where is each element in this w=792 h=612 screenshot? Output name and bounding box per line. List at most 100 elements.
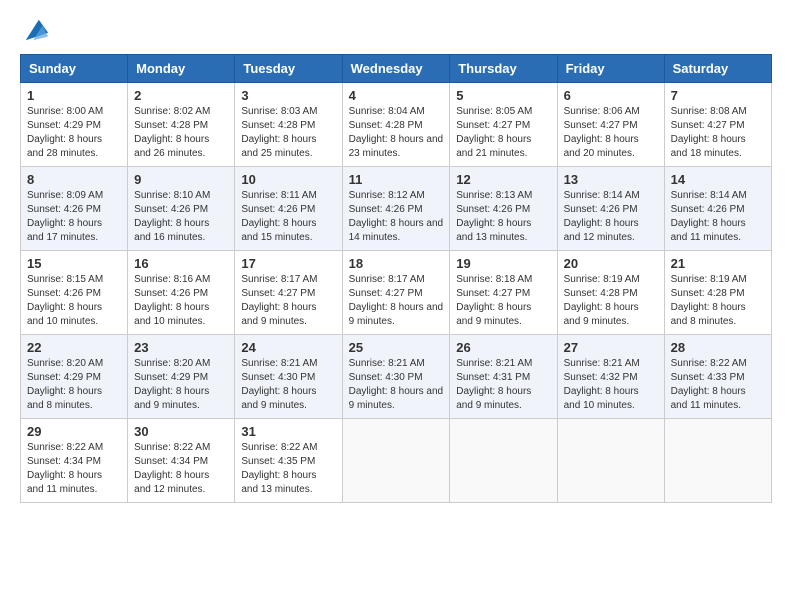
calendar-cell: 19 Sunrise: 8:18 AM Sunset: 4:27 PM Dayl… [450,251,557,335]
calendar-cell: 2 Sunrise: 8:02 AM Sunset: 4:28 PM Dayli… [128,83,235,167]
calendar-cell [664,419,771,503]
calendar-cell [342,419,450,503]
day-number: 10 [241,172,335,187]
day-number: 27 [564,340,658,355]
calendar-header-thursday: Thursday [450,55,557,83]
calendar-header-tuesday: Tuesday [235,55,342,83]
day-info: Sunrise: 8:14 AM Sunset: 4:26 PM Dayligh… [671,189,765,245]
calendar-cell: 16 Sunrise: 8:16 AM Sunset: 4:26 PM Dayl… [128,251,235,335]
day-number: 1 [27,88,121,103]
calendar-header-wednesday: Wednesday [342,55,450,83]
day-number: 16 [134,256,228,271]
calendar-cell: 12 Sunrise: 8:13 AM Sunset: 4:26 PM Dayl… [450,167,557,251]
calendar-cell: 25 Sunrise: 8:21 AM Sunset: 4:30 PM Dayl… [342,335,450,419]
day-info: Sunrise: 8:05 AM Sunset: 4:27 PM Dayligh… [456,105,550,161]
day-number: 9 [134,172,228,187]
calendar-table: SundayMondayTuesdayWednesdayThursdayFrid… [20,54,772,503]
calendar-week-row: 29 Sunrise: 8:22 AM Sunset: 4:34 PM Dayl… [21,419,772,503]
day-info: Sunrise: 8:22 AM Sunset: 4:35 PM Dayligh… [241,441,335,497]
day-number: 11 [349,172,444,187]
day-info: Sunrise: 8:04 AM Sunset: 4:28 PM Dayligh… [349,105,444,161]
day-number: 2 [134,88,228,103]
day-info: Sunrise: 8:03 AM Sunset: 4:28 PM Dayligh… [241,105,335,161]
calendar-cell: 1 Sunrise: 8:00 AM Sunset: 4:29 PM Dayli… [21,83,128,167]
day-number: 3 [241,88,335,103]
day-number: 28 [671,340,765,355]
day-info: Sunrise: 8:13 AM Sunset: 4:26 PM Dayligh… [456,189,550,245]
day-number: 20 [564,256,658,271]
day-number: 26 [456,340,550,355]
calendar-cell: 6 Sunrise: 8:06 AM Sunset: 4:27 PM Dayli… [557,83,664,167]
day-info: Sunrise: 8:00 AM Sunset: 4:29 PM Dayligh… [27,105,121,161]
calendar-cell: 7 Sunrise: 8:08 AM Sunset: 4:27 PM Dayli… [664,83,771,167]
day-number: 7 [671,88,765,103]
day-info: Sunrise: 8:10 AM Sunset: 4:26 PM Dayligh… [134,189,228,245]
calendar-cell: 8 Sunrise: 8:09 AM Sunset: 4:26 PM Dayli… [21,167,128,251]
calendar-week-row: 8 Sunrise: 8:09 AM Sunset: 4:26 PM Dayli… [21,167,772,251]
calendar-cell: 28 Sunrise: 8:22 AM Sunset: 4:33 PM Dayl… [664,335,771,419]
calendar-cell: 13 Sunrise: 8:14 AM Sunset: 4:26 PM Dayl… [557,167,664,251]
day-number: 15 [27,256,121,271]
calendar-cell: 9 Sunrise: 8:10 AM Sunset: 4:26 PM Dayli… [128,167,235,251]
calendar-cell: 17 Sunrise: 8:17 AM Sunset: 4:27 PM Dayl… [235,251,342,335]
calendar-cell: 10 Sunrise: 8:11 AM Sunset: 4:26 PM Dayl… [235,167,342,251]
day-number: 13 [564,172,658,187]
day-number: 6 [564,88,658,103]
calendar-cell: 3 Sunrise: 8:03 AM Sunset: 4:28 PM Dayli… [235,83,342,167]
day-info: Sunrise: 8:21 AM Sunset: 4:32 PM Dayligh… [564,357,658,413]
day-number: 24 [241,340,335,355]
logo-icon [22,16,50,44]
calendar-cell: 15 Sunrise: 8:15 AM Sunset: 4:26 PM Dayl… [21,251,128,335]
day-number: 19 [456,256,550,271]
day-info: Sunrise: 8:15 AM Sunset: 4:26 PM Dayligh… [27,273,121,329]
calendar-header-friday: Friday [557,55,664,83]
day-info: Sunrise: 8:06 AM Sunset: 4:27 PM Dayligh… [564,105,658,161]
day-info: Sunrise: 8:02 AM Sunset: 4:28 PM Dayligh… [134,105,228,161]
day-info: Sunrise: 8:21 AM Sunset: 4:31 PM Dayligh… [456,357,550,413]
calendar-cell: 27 Sunrise: 8:21 AM Sunset: 4:32 PM Dayl… [557,335,664,419]
day-number: 21 [671,256,765,271]
day-info: Sunrise: 8:19 AM Sunset: 4:28 PM Dayligh… [564,273,658,329]
day-info: Sunrise: 8:21 AM Sunset: 4:30 PM Dayligh… [349,357,444,413]
day-info: Sunrise: 8:20 AM Sunset: 4:29 PM Dayligh… [27,357,121,413]
day-info: Sunrise: 8:16 AM Sunset: 4:26 PM Dayligh… [134,273,228,329]
calendar-cell: 26 Sunrise: 8:21 AM Sunset: 4:31 PM Dayl… [450,335,557,419]
day-info: Sunrise: 8:22 AM Sunset: 4:34 PM Dayligh… [134,441,228,497]
day-number: 5 [456,88,550,103]
calendar-header-sunday: Sunday [21,55,128,83]
day-number: 23 [134,340,228,355]
page-header [20,16,772,44]
calendar-header-row: SundayMondayTuesdayWednesdayThursdayFrid… [21,55,772,83]
calendar-cell: 21 Sunrise: 8:19 AM Sunset: 4:28 PM Dayl… [664,251,771,335]
day-info: Sunrise: 8:14 AM Sunset: 4:26 PM Dayligh… [564,189,658,245]
day-number: 31 [241,424,335,439]
day-info: Sunrise: 8:17 AM Sunset: 4:27 PM Dayligh… [241,273,335,329]
day-number: 29 [27,424,121,439]
calendar-cell: 22 Sunrise: 8:20 AM Sunset: 4:29 PM Dayl… [21,335,128,419]
day-number: 25 [349,340,444,355]
day-number: 30 [134,424,228,439]
calendar-cell [450,419,557,503]
day-info: Sunrise: 8:08 AM Sunset: 4:27 PM Dayligh… [671,105,765,161]
day-info: Sunrise: 8:22 AM Sunset: 4:34 PM Dayligh… [27,441,121,497]
logo [20,16,50,44]
calendar-cell [557,419,664,503]
day-number: 18 [349,256,444,271]
calendar-cell: 11 Sunrise: 8:12 AM Sunset: 4:26 PM Dayl… [342,167,450,251]
day-info: Sunrise: 8:18 AM Sunset: 4:27 PM Dayligh… [456,273,550,329]
calendar-week-row: 15 Sunrise: 8:15 AM Sunset: 4:26 PM Dayl… [21,251,772,335]
calendar-cell: 29 Sunrise: 8:22 AM Sunset: 4:34 PM Dayl… [21,419,128,503]
calendar-week-row: 1 Sunrise: 8:00 AM Sunset: 4:29 PM Dayli… [21,83,772,167]
calendar-cell: 4 Sunrise: 8:04 AM Sunset: 4:28 PM Dayli… [342,83,450,167]
calendar-cell: 14 Sunrise: 8:14 AM Sunset: 4:26 PM Dayl… [664,167,771,251]
day-info: Sunrise: 8:17 AM Sunset: 4:27 PM Dayligh… [349,273,444,329]
day-info: Sunrise: 8:20 AM Sunset: 4:29 PM Dayligh… [134,357,228,413]
day-info: Sunrise: 8:11 AM Sunset: 4:26 PM Dayligh… [241,189,335,245]
day-number: 4 [349,88,444,103]
calendar-cell: 24 Sunrise: 8:21 AM Sunset: 4:30 PM Dayl… [235,335,342,419]
calendar-cell: 18 Sunrise: 8:17 AM Sunset: 4:27 PM Dayl… [342,251,450,335]
calendar-cell: 23 Sunrise: 8:20 AM Sunset: 4:29 PM Dayl… [128,335,235,419]
calendar-header-saturday: Saturday [664,55,771,83]
calendar-week-row: 22 Sunrise: 8:20 AM Sunset: 4:29 PM Dayl… [21,335,772,419]
day-number: 17 [241,256,335,271]
